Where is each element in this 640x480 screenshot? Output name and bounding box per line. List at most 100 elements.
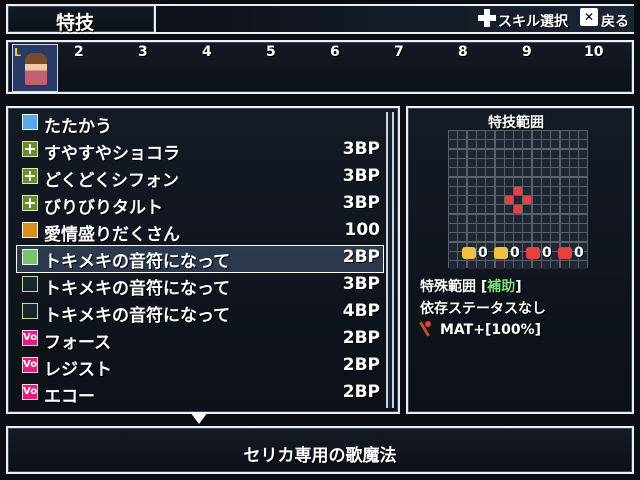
range-cell — [532, 186, 541, 195]
range-cell — [542, 233, 550, 242]
dependency-line: 依存ステータスなし — [420, 301, 546, 317]
range-cell — [495, 214, 504, 223]
skill-row[interactable]: Vo レジスト 2BP — [22, 354, 388, 380]
range-cell — [504, 205, 513, 214]
range-cell — [560, 233, 569, 242]
range-cell — [514, 158, 523, 167]
range-cell — [551, 158, 560, 167]
range-cell — [560, 177, 569, 186]
counter-value: 0 — [542, 245, 552, 261]
party-slot-10[interactable]: 10 — [584, 44, 603, 60]
range-cell — [504, 158, 513, 167]
range-cell — [467, 131, 476, 139]
skill-cost: 3BP — [342, 139, 380, 159]
range-cell — [486, 168, 495, 177]
range-cell — [486, 224, 495, 232]
range-cell — [579, 168, 588, 177]
range-cell — [495, 168, 504, 177]
range-cell — [569, 233, 578, 242]
back-label: 戻る — [601, 14, 629, 30]
skill-name: たたかう — [44, 117, 112, 137]
range-cell — [514, 140, 523, 149]
range-cell — [495, 224, 504, 232]
range-cell — [532, 177, 541, 186]
range-cell — [523, 233, 532, 242]
range-cell — [467, 177, 476, 186]
skill-row[interactable]: Vo エコー 2BP — [22, 381, 388, 407]
skill-row-selected[interactable]: トキメキの音符になって 2BP — [22, 246, 388, 272]
range-cell — [523, 131, 532, 139]
skill-cost: 4BP — [342, 301, 380, 321]
range-cell — [542, 140, 550, 149]
range-cell — [523, 224, 532, 232]
range-cell — [458, 196, 467, 205]
character-portrait[interactable]: L — [12, 44, 58, 92]
range-cell — [551, 233, 560, 242]
range-cell — [569, 168, 578, 177]
skill-name: どくどくシフォン — [44, 171, 179, 191]
skill-cost: 2BP — [342, 247, 380, 267]
heart-icon — [22, 222, 38, 238]
note-plus-icon — [22, 303, 38, 319]
range-cell — [523, 158, 532, 167]
range-cell — [467, 140, 476, 149]
range-cell — [458, 168, 467, 177]
skill-name: トキメキの音符になって — [44, 279, 231, 299]
range-cell — [486, 205, 495, 214]
party-slot-7[interactable]: 7 — [394, 44, 404, 60]
skill-row[interactable]: たたかう — [22, 111, 388, 137]
range-cell — [449, 205, 457, 214]
party-slot-2[interactable]: 2 — [74, 44, 84, 60]
range-cell — [486, 177, 495, 186]
range-cell — [486, 186, 495, 195]
skill-row[interactable]: 愛情盛りだくさん 100 — [22, 219, 388, 245]
range-cell — [514, 149, 523, 158]
skill-cost: 2BP — [342, 382, 380, 402]
character-sprite — [25, 53, 47, 85]
party-slot-9[interactable]: 9 — [522, 44, 532, 60]
range-cell — [486, 140, 495, 149]
range-cell — [514, 224, 523, 232]
skill-row[interactable]: トキメキの音符になって 4BP — [22, 300, 388, 326]
skill-name: トキメキの音符になって — [44, 252, 231, 272]
range-cell — [569, 177, 578, 186]
range-cell — [560, 196, 569, 205]
range-cell — [449, 242, 457, 251]
skill-row[interactable]: びりびりタルト 3BP — [22, 192, 388, 218]
party-slot-6[interactable]: 6 — [330, 44, 340, 60]
skill-row[interactable]: どくどくシフォン 3BP — [22, 165, 388, 191]
sword-icon — [22, 114, 38, 130]
range-cell — [476, 196, 485, 205]
title-panel: 特技 — [6, 4, 156, 34]
range-cell — [458, 177, 467, 186]
skill-row[interactable]: Vo フォース 2BP — [22, 327, 388, 353]
range-cell — [523, 149, 532, 158]
party-slot-8[interactable]: 8 — [458, 44, 468, 60]
range-cell — [449, 261, 457, 270]
range-cell — [504, 224, 513, 232]
range-cell — [476, 158, 485, 167]
party-slot-5[interactable]: 5 — [266, 44, 276, 60]
party-slot-4[interactable]: 4 — [202, 44, 212, 60]
range-cell — [486, 196, 495, 205]
range-cell — [551, 149, 560, 158]
range-cell — [551, 168, 560, 177]
skill-name: トキメキの音符になって — [44, 306, 231, 326]
party-slot-3[interactable]: 3 — [138, 44, 148, 60]
range-cell — [551, 196, 560, 205]
range-cell — [523, 214, 532, 223]
range-cell — [467, 149, 476, 158]
scroll-down-arrow-icon[interactable] — [190, 412, 208, 424]
range-cell — [579, 149, 588, 158]
skill-row[interactable]: トキメキの音符になって 3BP — [22, 273, 388, 299]
skill-description: セリカ専用の歌魔法 — [243, 446, 397, 466]
range-cell — [504, 168, 513, 177]
vo-icon: Vo — [22, 330, 38, 346]
counter-value: 0 — [510, 245, 520, 261]
range-cell — [504, 233, 513, 242]
skill-row[interactable]: すやすやショコラ 3BP — [22, 138, 388, 164]
range-cell — [532, 205, 541, 214]
range-cell — [504, 140, 513, 149]
skill-name: びりびりタルト — [44, 198, 163, 218]
range-cell — [449, 251, 457, 260]
